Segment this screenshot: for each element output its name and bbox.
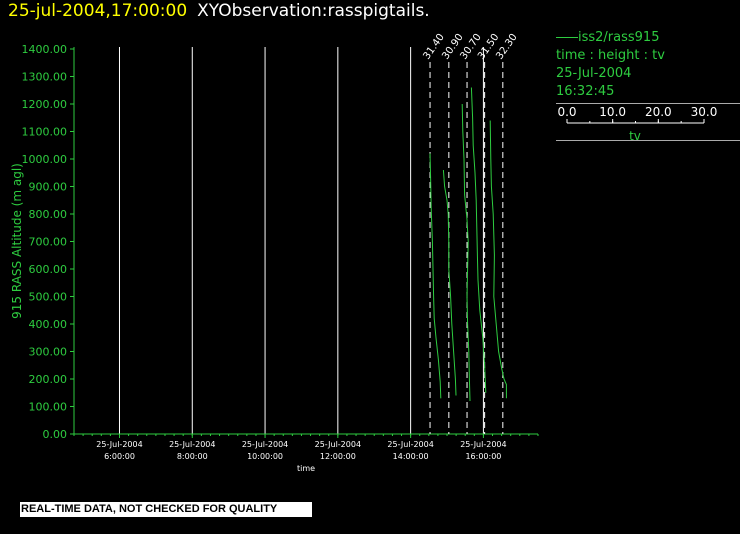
y-tick-label: 1100.00 xyxy=(22,126,68,139)
legend-time: 16:32:45 xyxy=(556,84,615,99)
y-tick-label: 700.00 xyxy=(29,236,68,249)
x-tick-date: 25-Jul-2004 xyxy=(169,440,215,449)
legend-divider xyxy=(556,103,740,104)
x-axis-label: time xyxy=(297,464,315,473)
y-tick-label: 100.00 xyxy=(29,401,68,414)
legend: iss2/rass915 time : height : tv 25-Jul-2… xyxy=(556,29,740,143)
y-tick-label: 800.00 xyxy=(29,208,68,221)
profile-trace xyxy=(461,103,471,402)
x-tick-date: 25-Jul-2004 xyxy=(96,440,142,449)
y-tick-label: 300.00 xyxy=(29,346,68,359)
scale-tick-label: 20.0 xyxy=(645,105,672,119)
legend-variables: time : height : tv xyxy=(556,48,665,63)
y-tick-label: 600.00 xyxy=(29,263,68,276)
y-tick-label: 1000.00 xyxy=(22,153,68,166)
y-tick-label: 400.00 xyxy=(29,318,68,331)
y-axis-label: 915 RASS Altitude (m agl) xyxy=(10,163,24,319)
y-tick-label: 200.00 xyxy=(29,373,68,386)
x-tick-time: 14:00:00 xyxy=(393,452,429,461)
profile-trace xyxy=(489,120,507,399)
x-tick-date: 25-Jul-2004 xyxy=(242,440,288,449)
profile-trace xyxy=(429,153,442,399)
legend-swatch xyxy=(556,37,578,38)
x-tick-date: 25-Jul-2004 xyxy=(315,440,361,449)
x-tick-date: 25-Jul-2004 xyxy=(387,440,433,449)
quality-banner: REAL-TIME DATA, NOT CHECKED FOR QUALITY xyxy=(20,502,312,517)
y-tick-label: 1400.00 xyxy=(22,43,68,56)
y-tick-label: 0.00 xyxy=(43,428,68,441)
x-tick-time: 8:00:00 xyxy=(177,452,208,461)
y-tick-label: 500.00 xyxy=(29,291,68,304)
legend-scale: 0.0 10.0 20.0 30.0 tv xyxy=(557,105,718,143)
x-tick-date: 25-Jul-2004 xyxy=(460,440,506,449)
x-tick-time: 12:00:00 xyxy=(320,452,356,461)
profile-trace xyxy=(442,169,457,396)
legend-divider xyxy=(556,140,740,141)
scale-tick-label: 30.0 xyxy=(691,105,718,119)
x-tick-time: 10:00:00 xyxy=(247,452,283,461)
y-tick-label: 900.00 xyxy=(29,181,68,194)
legend-series: iss2/rass915 xyxy=(556,29,740,47)
x-tick-time: 16:00:00 xyxy=(465,452,501,461)
y-tick-label: 1200.00 xyxy=(22,98,68,111)
x-tick-time: 6:00:00 xyxy=(104,452,135,461)
scale-tick-label: 10.0 xyxy=(599,105,626,119)
scale-tick-label: 0.0 xyxy=(557,105,576,119)
legend-date: 25-Jul-2004 xyxy=(556,66,632,81)
y-tick-label: 1300.00 xyxy=(22,71,68,84)
